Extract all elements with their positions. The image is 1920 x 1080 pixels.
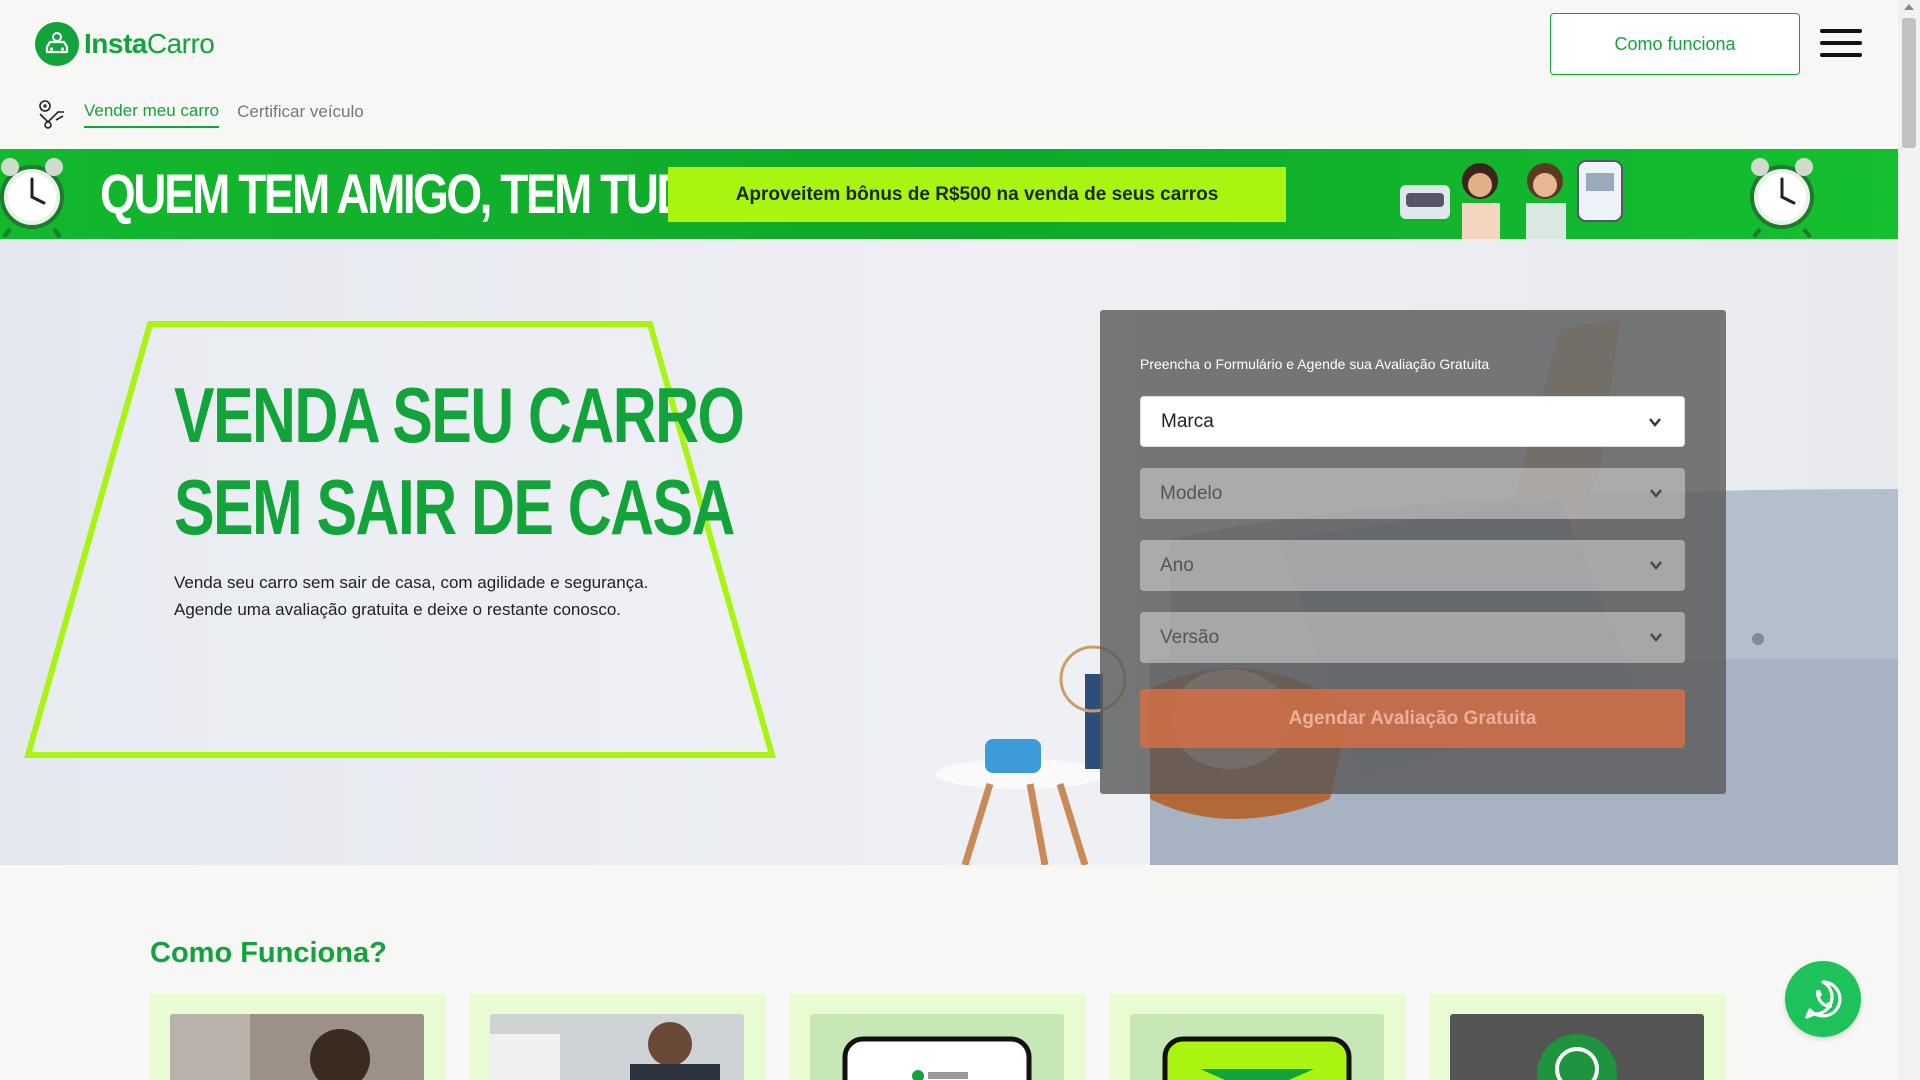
step-card-image (1130, 1014, 1384, 1080)
promo-bonus-cta[interactable]: Aproveitem bônus de R$500 na venda de se… (668, 167, 1286, 222)
step-card-image (810, 1014, 1064, 1080)
step-card (150, 994, 446, 1080)
instacarro-logo[interactable]: InstaCarro (35, 21, 215, 67)
evaluation-form: Preencha o Formulário e Agende sua Avali… (1100, 310, 1726, 794)
how-it-works-title: Como Funciona? (150, 937, 387, 969)
chevron-down-icon (1650, 561, 1662, 570)
step-card-image (1450, 1014, 1704, 1080)
step-card-image (170, 1014, 424, 1080)
chevron-down-icon (1649, 418, 1661, 427)
sell-car-icon (39, 100, 64, 129)
step-card (790, 994, 1086, 1080)
scroll-up-arrow-icon[interactable] (1904, 4, 1914, 10)
whatsapp-icon (1805, 980, 1842, 1019)
step-card (1430, 994, 1726, 1080)
promo-people-illustration (1400, 160, 1623, 239)
hero-subtitle: Venda seu carro sem sair de casa, com ag… (174, 573, 649, 619)
model-select-value: Modelo (1160, 482, 1223, 504)
subnav-item-sell-car[interactable]: Vender meu carro (84, 101, 220, 128)
page-scrollbar[interactable] (1898, 0, 1920, 1080)
form-caption: Preencha o Formulário e Agende sua Avali… (1140, 356, 1490, 372)
brand-select[interactable]: Marca (1140, 396, 1685, 447)
chevron-down-icon (1650, 633, 1662, 642)
step-card (470, 994, 766, 1080)
version-select-value: Versão (1160, 626, 1220, 648)
chevron-down-icon (1650, 489, 1662, 498)
whatsapp-button[interactable] (1785, 961, 1861, 1037)
alarm-clock-icon (1750, 158, 1814, 239)
step-card-image (490, 1014, 744, 1080)
model-select[interactable]: Modelo (1140, 468, 1685, 519)
how-it-works-button[interactable]: Como funciona (1550, 13, 1800, 75)
step-card (1110, 994, 1406, 1080)
version-select[interactable]: Versão (1140, 612, 1685, 663)
schedule-evaluation-button[interactable]: Agendar Avaliação Gratuita (1140, 689, 1685, 748)
year-select[interactable]: Ano (1140, 540, 1685, 591)
hero-title: VENDA SEU CARRO SEM SAIR DE CASA (174, 371, 745, 551)
hamburger-menu-icon[interactable] (1820, 29, 1862, 59)
year-select-value: Ano (1160, 554, 1194, 576)
hero-section: VENDA SEU CARRO SEM SAIR DE CASA Venda s… (0, 239, 1898, 865)
subnav: Vender meu carro Certificar veículo (36, 98, 382, 130)
logo-car-icon (35, 22, 79, 66)
logo-wordmark: InstaCarro (84, 28, 215, 59)
alarm-clock-icon (0, 158, 64, 239)
scrollbar-thumb[interactable] (1902, 18, 1916, 148)
promo-title: QUEM TEM AMIGO, TEM TUDO! (100, 162, 736, 225)
site-header: InstaCarro Como funciona Vender meu carr… (0, 0, 1898, 149)
promo-banner[interactable]: QUEM TEM AMIGO, TEM TUDO! Aproveitem bôn… (0, 149, 1898, 239)
brand-select-value: Marca (1161, 410, 1214, 432)
subnav-item-certify-vehicle[interactable]: Certificar veículo (237, 102, 364, 127)
